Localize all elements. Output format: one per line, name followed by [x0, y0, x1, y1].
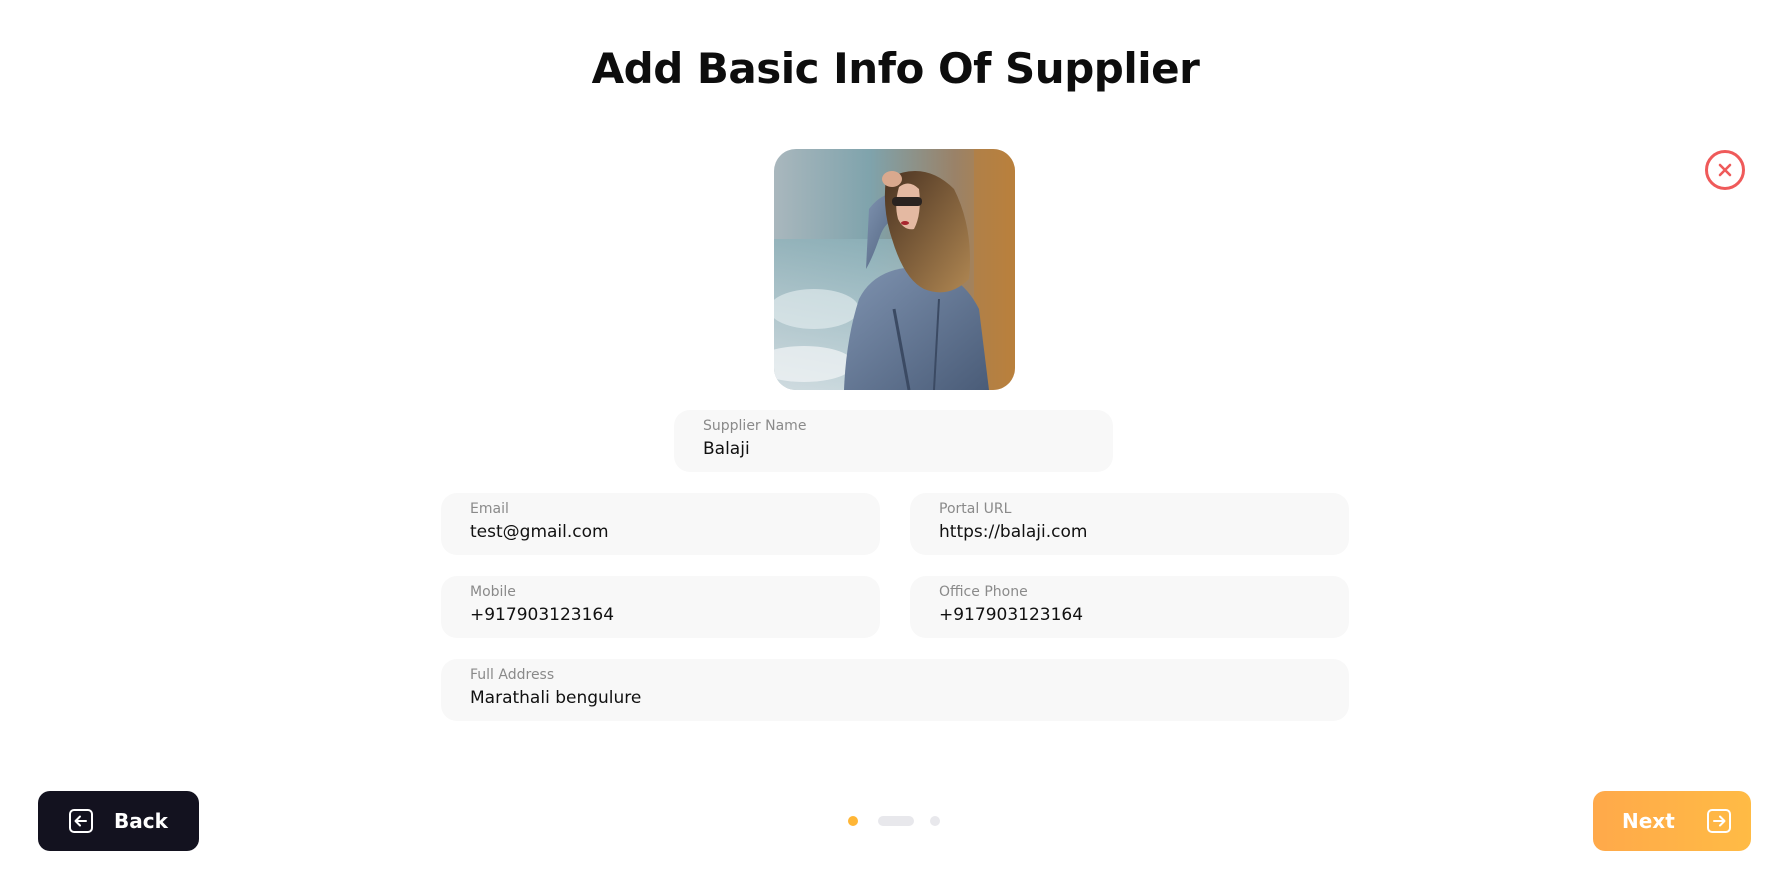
email-field[interactable]: Email — [441, 493, 880, 555]
arrow-right-box-icon — [1706, 808, 1732, 834]
arrow-left-box-icon — [68, 808, 94, 834]
office-phone-label: Office Phone — [939, 584, 1028, 600]
supplier-name-label: Supplier Name — [703, 418, 807, 434]
page-title: Add Basic Info Of Supplier — [591, 44, 1200, 93]
supplier-photo[interactable] — [774, 149, 1015, 390]
full-address-field[interactable]: Full Address — [441, 659, 1349, 721]
mobile-field[interactable]: Mobile — [441, 576, 880, 638]
step-dot-1-active[interactable] — [848, 816, 858, 826]
email-input[interactable] — [470, 522, 839, 542]
office-phone-field[interactable]: Office Phone — [910, 576, 1349, 638]
full-address-label: Full Address — [470, 667, 555, 683]
supplier-name-field[interactable]: Supplier Name — [674, 410, 1113, 472]
mobile-label: Mobile — [470, 584, 516, 600]
email-label: Email — [470, 501, 509, 517]
mobile-input[interactable] — [470, 605, 839, 625]
next-button[interactable]: Next — [1593, 791, 1751, 851]
next-button-label: Next — [1622, 809, 1675, 833]
full-address-input[interactable] — [470, 688, 1262, 708]
step-dot-3[interactable] — [930, 816, 940, 826]
step-indicator — [848, 816, 948, 826]
portal-url-label: Portal URL — [939, 501, 1012, 517]
office-phone-input[interactable] — [939, 605, 1308, 625]
portal-url-field[interactable]: Portal URL — [910, 493, 1349, 555]
back-button[interactable]: Back — [38, 791, 199, 851]
close-button[interactable] — [1705, 150, 1745, 190]
supplier-wizard-page: Add Basic Info Of Supplier Supplier Name… — [0, 0, 1791, 888]
portal-url-input[interactable] — [939, 522, 1308, 542]
close-icon — [1717, 162, 1733, 178]
supplier-name-input[interactable] — [703, 439, 1072, 459]
step-dot-2[interactable] — [878, 816, 914, 826]
back-button-label: Back — [114, 809, 168, 833]
